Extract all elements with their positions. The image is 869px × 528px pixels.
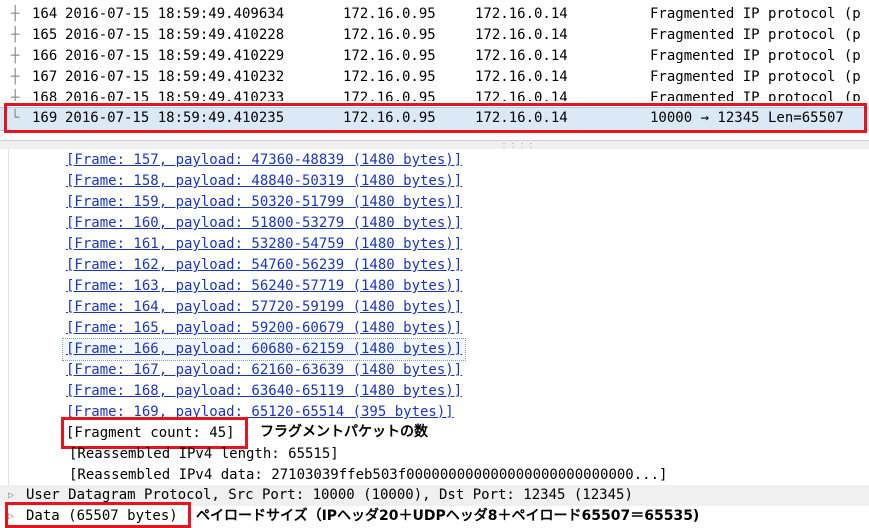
packet-row[interactable]: ┼ 164 2016-07-15 18:59:49.409634 172.16.… (0, 4, 869, 25)
fragment-frame-link[interactable]: [Frame: 157, payload: 47360-48839 (1480 … (66, 150, 462, 171)
packet-row[interactable]: ┼ 165 2016-07-15 18:59:49.410228 172.16.… (0, 25, 869, 46)
fragment-frame-link[interactable]: [Frame: 168, payload: 63640-65119 (1480 … (66, 381, 462, 402)
tree-guide-line (8, 149, 9, 489)
fragment-frame-link[interactable]: [Frame: 160, payload: 51800-53279 (1480 … (66, 213, 462, 234)
packet-source: 172.16.0.95 (343, 48, 436, 64)
packet-info: Fragmented IP protocol (p (650, 90, 861, 101)
data-label: Data (65507 bytes) (26, 508, 178, 524)
fragment-frame-link[interactable]: [Frame: 162, payload: 54760-56239 (1480 … (66, 255, 462, 276)
packet-time: 2016-07-15 18:59:49.410235 (65, 110, 285, 126)
packet-number: 169 (32, 110, 58, 126)
packet-details: [Frame: 157, payload: 47360-48839 (1480 … (0, 149, 869, 528)
packet-source: 172.16.0.95 (343, 110, 436, 126)
reassembled-length[interactable]: [Reassembled IPv4 length: 65515] (69, 444, 339, 465)
packet-number: 168 (32, 90, 58, 101)
packet-destination: 172.16.0.14 (475, 48, 568, 64)
tree-end-icon: └ (11, 110, 20, 126)
tree-connector-icon: ┼ (11, 69, 20, 85)
tree-connector-icon: ┼ (11, 48, 20, 64)
packet-number: 167 (32, 69, 58, 85)
packet-source: 172.16.0.95 (343, 6, 436, 22)
packet-row[interactable]: ┼ 166 2016-07-15 18:59:49.410229 172.16.… (0, 46, 869, 67)
packet-source: 172.16.0.95 (343, 90, 436, 101)
fragment-count-annotation: フラグメントパケットの数 (260, 424, 428, 440)
fragment-frame-link[interactable]: [Frame: 159, payload: 50320-51799 (1480 … (66, 192, 462, 213)
udp-label: User Datagram Protocol, Src Port: 10000 … (26, 487, 633, 503)
fragment-frame-link[interactable]: [Frame: 161, payload: 53280-54759 (1480 … (66, 234, 462, 255)
fragment-frame-link[interactable]: [Frame: 166, payload: 60680-62159 (1480 … (61, 338, 467, 361)
fragment-frame-link[interactable]: [Frame: 158, payload: 48840-50319 (1480 … (66, 171, 462, 192)
packet-source: 172.16.0.95 (343, 27, 436, 43)
packet-number: 164 (32, 6, 58, 22)
packet-number: 165 (32, 27, 58, 43)
packet-info: Fragmented IP protocol (p (650, 48, 861, 64)
packet-time: 2016-07-15 18:59:49.410232 (65, 69, 285, 85)
reassembled-data[interactable]: [Reassembled IPv4 data: 27103039ffeb503f… (69, 465, 667, 486)
packet-time: 2016-07-15 18:59:49.409634 (65, 6, 285, 22)
packet-info: Fragmented IP protocol (p (650, 69, 861, 85)
packet-destination: 172.16.0.14 (475, 110, 568, 126)
fragment-count[interactable]: [Fragment count: 45] (66, 423, 235, 444)
packet-info: 10000 → 12345 Len=65507 (650, 110, 844, 126)
fragment-frame-link[interactable]: [Frame: 167, payload: 62160-63639 (1480 … (66, 360, 462, 381)
expand-arrow-icon[interactable]: ▷ (8, 506, 14, 527)
fragment-frame-link[interactable]: [Frame: 165, payload: 59200-60679 (1480 … (66, 318, 462, 339)
packet-row[interactable]: ┼ 167 2016-07-15 18:59:49.410232 172.16.… (0, 67, 869, 88)
packet-destination: 172.16.0.14 (475, 69, 568, 85)
fragment-frame-link[interactable]: [Frame: 169, payload: 65120-65514 (395 b… (66, 402, 454, 420)
expand-arrow-icon[interactable]: ▷ (8, 485, 14, 506)
fragment-frame-link[interactable]: [Frame: 164, payload: 57720-59199 (1480 … (66, 297, 462, 318)
packet-number: 166 (32, 48, 58, 64)
tree-connector-icon: ┼ (11, 6, 20, 22)
packet-destination: 172.16.0.14 (475, 6, 568, 22)
payload-size-annotation: ペイロードサイズ（IPヘッダ20＋UDPヘッダ8＋ペイロード65507＝6553… (196, 508, 700, 524)
packet-destination: 172.16.0.14 (475, 90, 568, 101)
packet-info: Fragmented IP protocol (p (650, 6, 861, 22)
tree-connector-icon: ┼ (11, 27, 20, 43)
packet-source: 172.16.0.95 (343, 69, 436, 85)
packet-time: 2016-07-15 18:59:49.410233 (65, 90, 285, 101)
packet-info: Fragmented IP protocol (p (650, 27, 861, 43)
tree-connector-icon: ┼ (11, 90, 20, 101)
udp-tree-item[interactable]: ▷ User Datagram Protocol, Src Port: 1000… (0, 485, 869, 506)
packet-row-selected[interactable]: └ 169 2016-07-15 18:59:49.410235 172.16.… (0, 107, 869, 131)
packet-row[interactable]: ┼ 168 2016-07-15 18:59:49.410233 172.16.… (0, 88, 869, 101)
packet-destination: 172.16.0.14 (475, 27, 568, 43)
packet-list: ┼ 164 2016-07-15 18:59:49.409634 172.16.… (0, 0, 869, 140)
packet-time: 2016-07-15 18:59:49.410228 (65, 27, 285, 43)
packet-time: 2016-07-15 18:59:49.410229 (65, 48, 285, 64)
fragment-frame-link[interactable]: [Frame: 163, payload: 56240-57719 (1480 … (66, 276, 462, 297)
